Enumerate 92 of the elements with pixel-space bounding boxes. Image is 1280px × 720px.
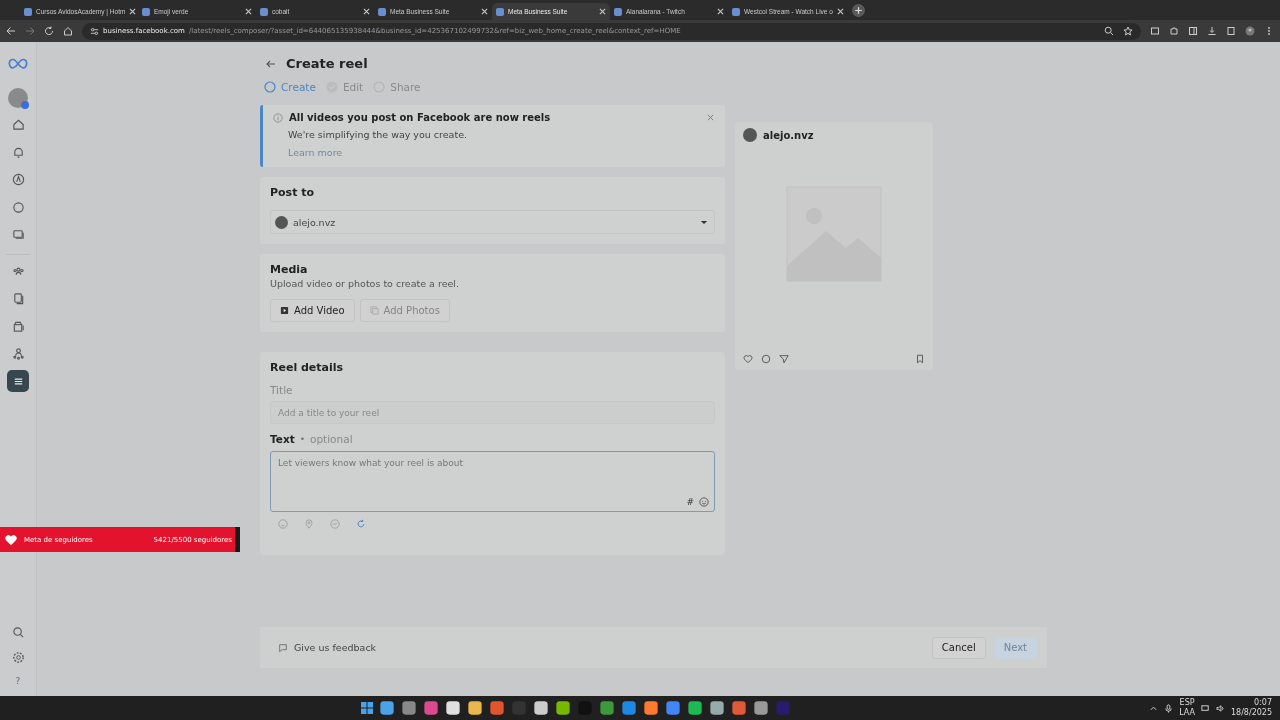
app-icon[interactable] — [752, 700, 769, 716]
speaker-icon[interactable] — [1215, 703, 1225, 713]
feedback-icon — [278, 642, 288, 653]
language-label[interactable]: ESP — [1179, 698, 1195, 708]
text-input-field[interactable]: Let viewers know what your reel is about # — [270, 451, 715, 512]
close-icon[interactable] — [599, 8, 606, 15]
favicon-icon — [378, 7, 386, 16]
monitor-icon[interactable] — [1200, 703, 1210, 713]
forward-icon[interactable] — [25, 26, 35, 36]
settings-icon[interactable] — [11, 651, 25, 664]
new-tab-icon[interactable] — [852, 3, 865, 17]
check-circle-icon — [325, 81, 338, 93]
send-icon[interactable] — [779, 354, 789, 364]
app-icon[interactable] — [708, 700, 725, 716]
reload-icon[interactable] — [44, 26, 54, 36]
cancel-button[interactable]: Cancel — [931, 636, 986, 659]
pages-icon — [11, 292, 25, 305]
bell-icon — [11, 145, 25, 159]
comment-icon[interactable] — [761, 354, 771, 364]
infinity-logo-icon[interactable] — [8, 58, 28, 70]
app-icon[interactable] — [642, 700, 659, 716]
extensions-icon[interactable] — [1150, 26, 1160, 36]
favicon-icon — [142, 7, 150, 16]
profile-icon[interactable] — [1245, 26, 1255, 36]
favicon-icon — [496, 7, 504, 16]
notice-title: All videos you post on Facebook are now reels — [289, 112, 551, 123]
back-icon[interactable] — [6, 26, 16, 36]
title-input-field[interactable]: Add a title to your reel — [270, 401, 715, 424]
app-icon[interactable] — [378, 700, 395, 716]
field-label: Title — [270, 384, 294, 396]
account-dropdown[interactable]: alejo.nvz — [270, 210, 715, 234]
section-subtitle: Upload video or photos to create a reel. — [270, 278, 460, 289]
app-icon[interactable] — [444, 700, 461, 716]
badge-icon — [21, 101, 29, 109]
optional-label: optional — [310, 433, 353, 445]
close-icon[interactable] — [245, 8, 252, 15]
info-icon — [273, 112, 283, 123]
favicon-icon — [614, 7, 622, 16]
bookmark-icon[interactable] — [915, 354, 925, 364]
close-icon[interactable] — [836, 8, 844, 15]
microphone-icon[interactable] — [1164, 703, 1174, 713]
bookmark-star-icon[interactable] — [1123, 26, 1133, 36]
play-icon — [280, 306, 289, 315]
site-info-icon[interactable] — [90, 26, 99, 36]
clock-date[interactable]: 18/8/2025 — [1230, 708, 1272, 718]
network-icon — [11, 347, 25, 360]
photos-icon — [369, 306, 379, 315]
store-icon — [11, 319, 25, 333]
favicon-icon — [24, 7, 32, 16]
hashtag-button[interactable]: # — [686, 497, 694, 507]
compass-icon — [11, 173, 25, 186]
separator-dot: • — [299, 434, 305, 444]
app-icon[interactable] — [532, 700, 549, 716]
zoom-icon[interactable] — [1104, 26, 1114, 36]
keyboard-layout-label[interactable]: LAA — [1179, 708, 1195, 718]
account-avatar — [743, 128, 757, 142]
app-icon[interactable] — [554, 700, 571, 716]
download-icon[interactable] — [1207, 26, 1217, 36]
emoji-icon[interactable] — [699, 497, 709, 507]
circle-icon — [264, 81, 276, 93]
search-icon[interactable] — [11, 626, 25, 639]
close-icon[interactable] — [481, 8, 488, 15]
close-icon[interactable] — [717, 8, 724, 15]
field-label: Text — [270, 433, 295, 445]
caret-icon — [700, 219, 708, 225]
account-name: alejo.nvz — [763, 129, 814, 141]
tablet-icon[interactable] — [1226, 26, 1236, 36]
section-heading: Media — [270, 263, 309, 276]
account-avatar — [275, 215, 288, 229]
back-arrow-icon[interactable] — [266, 58, 276, 69]
add-video-button[interactable]: Add Video — [270, 299, 355, 322]
heart-icon[interactable] — [743, 354, 753, 364]
favicon-icon — [732, 7, 740, 16]
favicon-icon — [260, 7, 268, 16]
home-icon — [11, 118, 25, 131]
notice-text: We're simplifying the way you create. — [288, 129, 468, 140]
clock-time[interactable]: 0:07 — [1254, 698, 1272, 708]
app-icon[interactable] — [686, 700, 703, 716]
account-avatar[interactable] — [8, 88, 28, 108]
media-icon — [11, 228, 25, 241]
section-heading: Reel details — [270, 361, 345, 374]
sidebar-icon[interactable] — [1188, 26, 1198, 36]
close-icon[interactable] — [363, 8, 370, 15]
section-heading: Post to — [270, 186, 316, 199]
close-icon[interactable] — [129, 8, 137, 15]
windows-start-icon[interactable] — [360, 702, 373, 714]
chat-icon — [11, 200, 25, 214]
page-title: Create reel — [286, 56, 368, 71]
feedback-link[interactable]: Give us feedback — [278, 642, 377, 653]
sidebar-item[interactable] — [7, 370, 29, 392]
app-icon[interactable] — [466, 700, 483, 716]
home-icon[interactable] — [63, 26, 73, 36]
